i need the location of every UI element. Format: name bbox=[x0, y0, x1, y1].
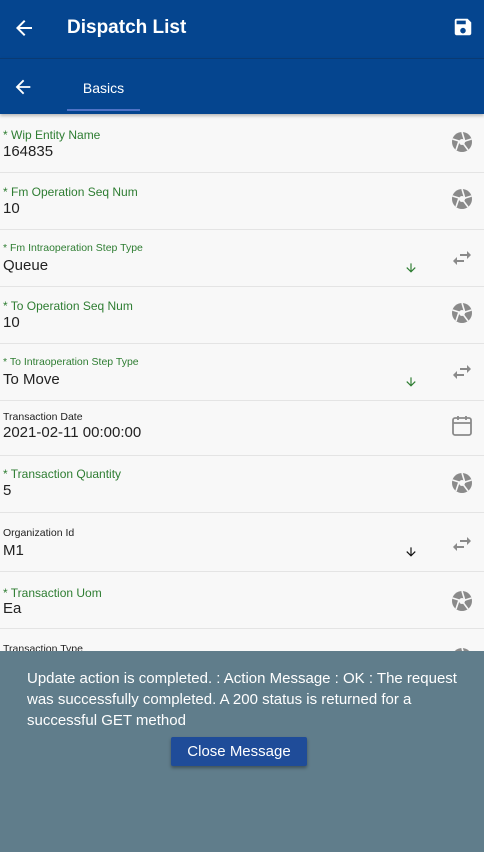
tab-basics[interactable]: Basics bbox=[67, 59, 140, 111]
field-value[interactable]: 164835 bbox=[3, 143, 53, 160]
aperture-icon[interactable] bbox=[450, 301, 474, 325]
field-label: * Fm Operation Seq Num bbox=[3, 185, 138, 199]
swap-icon[interactable] bbox=[450, 360, 474, 384]
swap-icon[interactable] bbox=[450, 246, 474, 270]
field-to-intraoperation-step-type[interactable]: * To Intraoperation Step Type To Move bbox=[0, 344, 484, 401]
field-organization-id[interactable]: Organization Id M1 bbox=[0, 513, 484, 572]
field-label: * To Intraoperation Step Type bbox=[3, 356, 139, 368]
back-arrow-icon[interactable] bbox=[12, 16, 36, 40]
swap-icon[interactable] bbox=[450, 532, 474, 556]
field-value[interactable]: 10 bbox=[3, 200, 20, 217]
field-transaction-uom[interactable]: * Transaction Uom Ea bbox=[0, 572, 484, 629]
field-value[interactable]: Ea bbox=[3, 600, 21, 617]
page-title: Dispatch List bbox=[67, 17, 187, 38]
aperture-icon[interactable] bbox=[450, 130, 474, 154]
field-label: * Transaction Uom bbox=[3, 586, 102, 600]
aperture-icon[interactable] bbox=[450, 589, 474, 613]
field-transaction-date[interactable]: Transaction Date 2021-02-11 00:00:00 bbox=[0, 401, 484, 456]
tab-bar: Basics bbox=[0, 58, 484, 114]
dropdown-arrow-icon[interactable] bbox=[404, 375, 418, 389]
field-value[interactable]: 2021-02-11 00:00:00 bbox=[3, 424, 141, 441]
app-header: Dispatch List bbox=[0, 0, 484, 58]
field-wip-entity-name[interactable]: * Wip Entity Name 164835 bbox=[0, 116, 484, 173]
save-icon[interactable] bbox=[452, 16, 474, 38]
back-arrow-icon[interactable] bbox=[12, 76, 34, 98]
dispatch-form: * Wip Entity Name 164835 * Fm Operation … bbox=[0, 116, 484, 686]
field-value[interactable]: M1 bbox=[3, 542, 24, 559]
field-value[interactable]: 10 bbox=[3, 314, 20, 331]
calendar-icon[interactable] bbox=[450, 414, 474, 438]
field-label: * Fm Intraoperation Step Type bbox=[3, 242, 143, 254]
dropdown-arrow-icon[interactable] bbox=[404, 261, 418, 275]
field-fm-intraoperation-step-type[interactable]: * Fm Intraoperation Step Type Queue bbox=[0, 230, 484, 287]
field-fm-operation-seq-num[interactable]: * Fm Operation Seq Num 10 bbox=[0, 173, 484, 230]
field-label: * Wip Entity Name bbox=[3, 128, 101, 142]
status-message: Update action is completed. : Action Mes… bbox=[27, 670, 457, 729]
field-value[interactable]: Queue bbox=[3, 257, 48, 274]
field-label: * To Operation Seq Num bbox=[3, 299, 133, 313]
field-value[interactable]: To Move bbox=[3, 371, 60, 388]
field-to-operation-seq-num[interactable]: * To Operation Seq Num 10 bbox=[0, 287, 484, 344]
aperture-icon[interactable] bbox=[450, 471, 474, 495]
close-message-button[interactable]: Close Message bbox=[171, 737, 307, 766]
field-value[interactable]: 5 bbox=[3, 482, 11, 499]
field-transaction-quantity[interactable]: * Transaction Quantity 5 bbox=[0, 456, 484, 513]
message-overlay: Update action is completed. : Action Mes… bbox=[0, 651, 484, 852]
field-label: * Transaction Quantity bbox=[3, 467, 122, 481]
dropdown-arrow-icon[interactable] bbox=[404, 545, 418, 559]
field-label: Organization Id bbox=[3, 527, 75, 539]
aperture-icon[interactable] bbox=[450, 187, 474, 211]
field-label: Transaction Date bbox=[3, 411, 83, 423]
